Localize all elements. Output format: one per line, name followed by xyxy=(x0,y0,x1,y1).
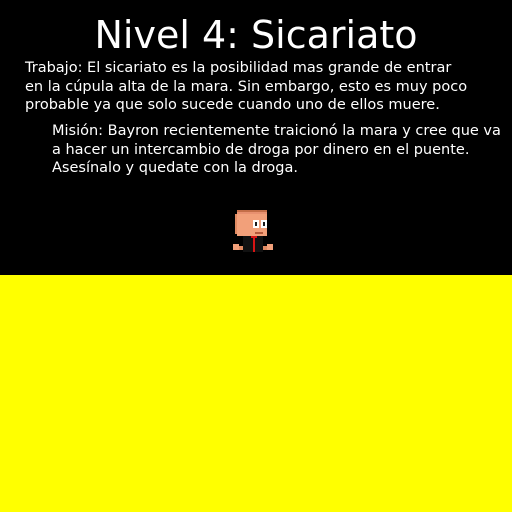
job-line: en la cúpula alta de la mara. Sin embarg… xyxy=(25,78,468,95)
intro-panel: Nivel 4: Sicariato Trabajo: El sicariato… xyxy=(0,0,512,275)
level-title: Nivel 4: Sicariato xyxy=(94,13,418,57)
ground-area xyxy=(0,275,512,512)
game-screen: Nivel 4: Sicariato Trabajo: El sicariato… xyxy=(0,0,512,512)
mission-line: a hacer un intercambio de droga por dine… xyxy=(52,141,470,158)
job-line: Trabajo: El sicariato es la posibilidad … xyxy=(25,60,452,76)
job-line: probable ya que solo sucede cuando uno d… xyxy=(25,97,440,113)
player-character-sprite xyxy=(233,210,273,252)
mission-line: Asesínalo y quedate con la droga. xyxy=(52,160,298,176)
job-description: Trabajo: El sicariato es la posibilidad … xyxy=(25,59,467,115)
mission-line: Misión: Bayron recientemente traicionó l… xyxy=(52,123,501,139)
mission-description: Misión: Bayron recientemente traicionó l… xyxy=(52,122,512,178)
